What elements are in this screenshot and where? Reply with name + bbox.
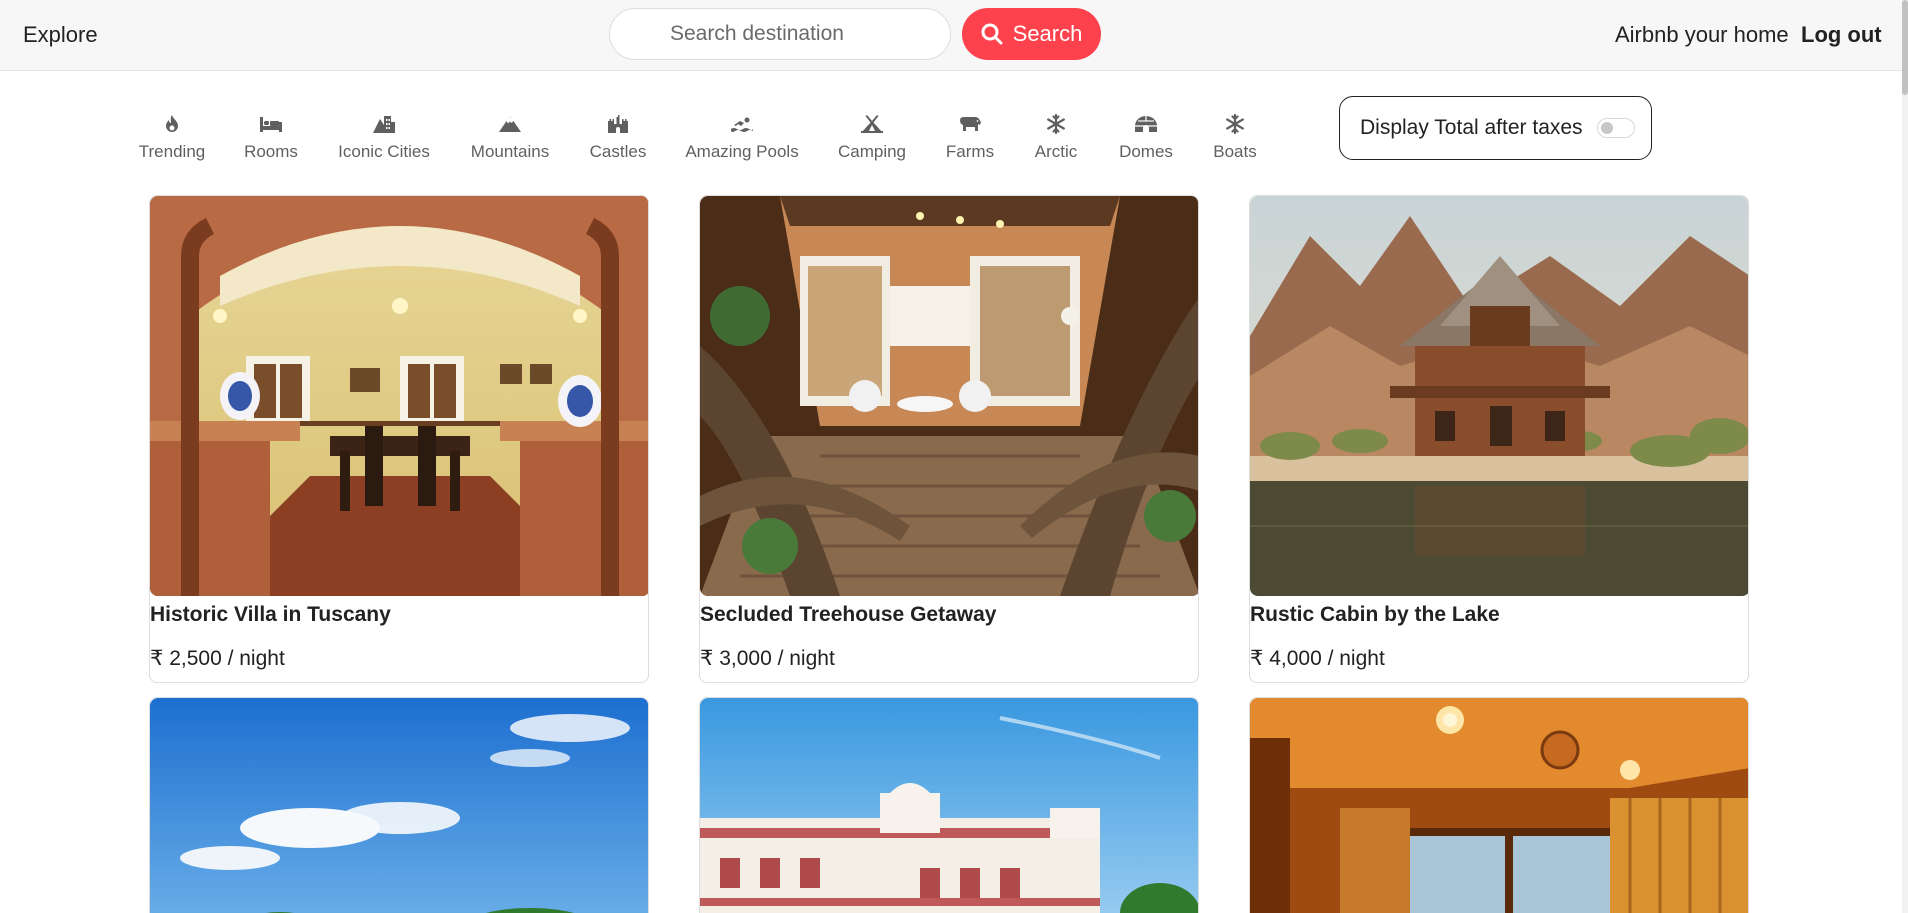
listing-image[interactable] — [150, 196, 648, 596]
filter-iconic-cities[interactable]: Iconic Cities — [337, 114, 431, 162]
listing-card[interactable] — [699, 697, 1199, 913]
listing-card[interactable]: Secluded Treehouse Getaway ₹ 3,000 / nig… — [699, 195, 1199, 683]
mountain-icon — [499, 116, 521, 132]
listing-card[interactable]: Historic Villa in Tuscany ₹ 2,500 / nigh… — [149, 195, 649, 683]
filter-mountains[interactable]: Mountains — [470, 114, 550, 162]
listing-title: Secluded Treehouse Getaway — [700, 603, 997, 626]
filter-label: Camping — [837, 142, 907, 161]
toggle-knob — [1600, 122, 1613, 134]
filter-label: Amazing Pools — [685, 142, 799, 161]
search-destination-input[interactable] — [609, 8, 951, 60]
filter-domes[interactable]: Domes — [1119, 114, 1173, 162]
listing-card[interactable] — [1249, 697, 1749, 913]
filter-amazing-pools[interactable]: Amazing Pools — [685, 114, 799, 162]
tax-toggle-switch[interactable] — [1596, 118, 1635, 138]
filter-farms[interactable]: Farms — [946, 114, 994, 162]
fort-icon — [608, 115, 628, 133]
filter-boats[interactable]: Boats — [1212, 114, 1258, 162]
snowflake-icon — [1047, 114, 1065, 134]
filter-label: Rooms — [244, 142, 298, 161]
search-button[interactable]: Search — [962, 8, 1101, 60]
listing-price: ₹ 4,000 / night — [1250, 647, 1385, 670]
tax-toggle-label: Display Total after taxes — [1360, 116, 1583, 139]
listing-price: ₹ 3,000 / night — [700, 647, 835, 670]
filter-label: Arctic — [1034, 142, 1078, 161]
tax-toggle-box[interactable]: Display Total after taxes — [1339, 96, 1652, 160]
navbar: Explore Search Airbnb your home Log out — [0, 0, 1908, 71]
explore-link[interactable]: Explore — [23, 22, 98, 48]
campground-icon — [861, 115, 883, 133]
listing-image[interactable] — [1250, 698, 1748, 913]
igloo-icon — [1135, 116, 1157, 132]
filter-label: Farms — [945, 142, 995, 161]
filter-camping[interactable]: Camping — [837, 114, 907, 162]
filter-label: Castles — [589, 142, 647, 161]
airbnb-your-home-link[interactable]: Airbnb your home — [1615, 22, 1789, 48]
snowflake-icon — [1226, 114, 1244, 134]
filter-rooms[interactable]: Rooms — [244, 114, 298, 162]
search-icon — [981, 23, 1003, 45]
logout-link[interactable]: Log out — [1801, 22, 1882, 48]
filter-trending[interactable]: Trending — [138, 114, 206, 162]
listing-price: ₹ 2,500 / night — [150, 647, 285, 670]
listing-image[interactable] — [150, 698, 648, 913]
mountain-city-icon — [373, 116, 395, 133]
filter-label: Domes — [1119, 142, 1173, 161]
listing-title: Rustic Cabin by the Lake — [1250, 603, 1500, 626]
bed-icon — [260, 117, 282, 132]
listing-image[interactable] — [700, 698, 1198, 913]
listing-title: Historic Villa in Tuscany — [150, 603, 391, 626]
filter-label: Iconic Cities — [338, 142, 430, 161]
filter-label: Trending — [138, 142, 206, 161]
listing-card[interactable]: Rustic Cabin by the Lake ₹ 4,000 / night — [1249, 195, 1749, 683]
cow-icon — [960, 117, 981, 131]
listing-card[interactable] — [149, 697, 649, 913]
scrollbar-thumb[interactable] — [1902, 0, 1908, 95]
fire-icon — [166, 115, 178, 132]
filter-label: Boats — [1213, 142, 1257, 161]
person-swimming-icon — [731, 117, 753, 132]
filter-arctic[interactable]: Arctic — [1032, 114, 1080, 162]
listing-image[interactable] — [700, 196, 1198, 596]
search-button-label: Search — [1012, 21, 1083, 46]
listing-image[interactable] — [1250, 196, 1748, 596]
filter-label: Mountains — [470, 142, 550, 161]
page-scrollbar[interactable] — [1902, 0, 1908, 913]
filter-castles[interactable]: Castles — [589, 114, 647, 162]
